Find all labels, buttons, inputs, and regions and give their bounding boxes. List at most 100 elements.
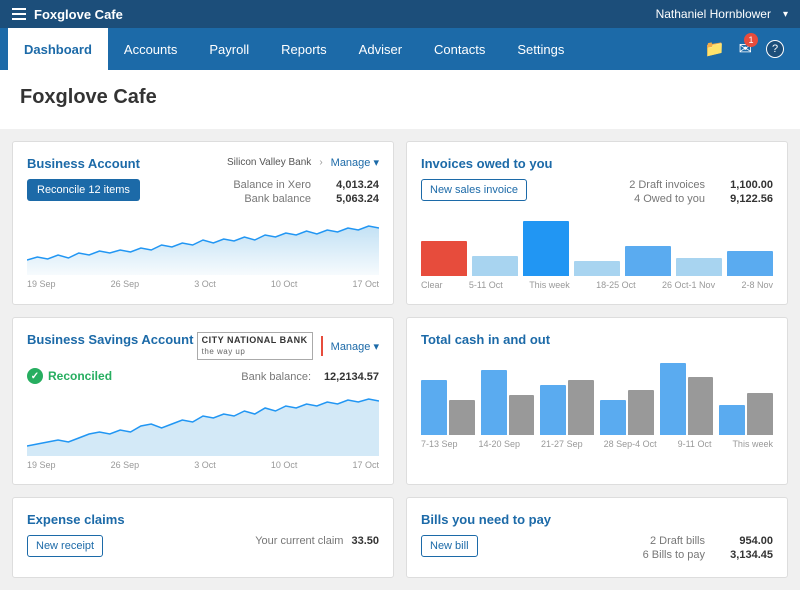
bills-to-pay-label: 6 Bills to pay	[643, 549, 705, 561]
invoice-stats: 2 Draft invoices 1,100.00 4 Owed to you …	[629, 179, 773, 207]
cash-date-3: 21-27 Sep	[541, 439, 583, 449]
inv-date-4: 18-25 Oct	[596, 280, 636, 290]
cash-title: Total cash in and out	[421, 332, 550, 347]
page-title: Foxglove Cafe	[20, 86, 780, 109]
sav-date-4: 10 Oct	[271, 460, 298, 470]
cash-date-6: This week	[732, 439, 773, 449]
dashboard: Business Account Silicon Valley Bank › M…	[0, 129, 800, 590]
city-national-bank: CITY NATIONAL BANK the way up	[197, 332, 313, 360]
savings-chart	[27, 396, 379, 456]
sav-date-3: 3 Oct	[194, 460, 216, 470]
user-name[interactable]: Nathaniel Hornblower	[656, 7, 771, 21]
expense-title: Expense claims	[27, 512, 125, 527]
help-icon[interactable]: ?	[766, 40, 784, 58]
mail-badge: 1	[744, 33, 758, 47]
nav-right: 📁 ✉ 1 ?	[705, 28, 792, 70]
savings-header: Business Savings Account CITY NATIONAL B…	[27, 332, 379, 360]
reconcile-button[interactable]: Reconcile 12 items	[27, 179, 140, 201]
dropdown-arrow[interactable]: ▾	[783, 9, 788, 20]
cash-date-4: 28 Sep-4 Oct	[604, 439, 657, 449]
nav-payroll[interactable]: Payroll	[193, 28, 265, 70]
cash-date-2: 14-20 Sep	[479, 439, 521, 449]
nav-settings[interactable]: Settings	[501, 28, 580, 70]
reconciled-status: ✓ Reconciled	[27, 368, 112, 384]
draft-bills-label: 2 Draft bills	[650, 535, 705, 547]
bills-card: Bills you need to pay New bill 2 Draft b…	[406, 497, 788, 578]
new-bill-button[interactable]: New bill	[421, 535, 478, 557]
business-account-card: Business Account Silicon Valley Bank › M…	[12, 141, 394, 305]
new-sales-button[interactable]: New sales invoice	[421, 179, 527, 201]
new-receipt-button[interactable]: New receipt	[27, 535, 103, 557]
draft-invoices-label: 2 Draft invoices	[629, 179, 705, 191]
inv-date-5: 26 Oct-1 Nov	[662, 280, 715, 290]
bank-balance-val: 5,063.24	[319, 193, 379, 205]
owed-label: 4 Owed to you	[634, 193, 705, 205]
nav-dashboard[interactable]: Dashboard	[8, 28, 108, 70]
current-claim-val: 33.50	[351, 535, 379, 547]
top-bar-right: Nathaniel Hornblower ▾	[656, 7, 788, 21]
current-claim: Your current claim 33.50	[255, 535, 379, 547]
inv-date-1: Clear	[421, 280, 443, 290]
bills-header: Bills you need to pay	[421, 512, 773, 527]
date-5: 17 Oct	[352, 279, 379, 289]
expense-claims-card: Expense claims New receipt Your current …	[12, 497, 394, 578]
invoices-owed-card: Invoices owed to you New sales invoice 2…	[406, 141, 788, 305]
inv-date-3: This week	[529, 280, 570, 290]
savings-bank-balance-val: 12,2134.57	[319, 371, 379, 383]
cash-dates: 7-13 Sep 14-20 Sep 21-27 Sep 28 Sep-4 Oc…	[421, 439, 773, 449]
expense-header: Expense claims	[27, 512, 379, 527]
business-account-chart	[27, 215, 379, 275]
manage-link[interactable]: Manage	[331, 156, 379, 169]
savings-bank-balance-label: Bank balance:	[241, 371, 311, 383]
business-account-title: Business Account	[27, 156, 140, 171]
inv-date-6: 2-8 Nov	[741, 280, 773, 290]
check-icon: ✓	[27, 368, 43, 384]
business-account-header-right: Silicon Valley Bank › Manage	[227, 156, 379, 169]
nav-accounts[interactable]: Accounts	[108, 28, 193, 70]
business-account-header: Business Account Silicon Valley Bank › M…	[27, 156, 379, 171]
nav-left: Dashboard Accounts Payroll Reports Advis…	[8, 28, 580, 70]
cash-date-5: 9-11 Oct	[678, 439, 712, 449]
draft-bills-val: 954.00	[713, 535, 773, 547]
invoices-title: Invoices owed to you	[421, 156, 552, 171]
cash-header: Total cash in and out	[421, 332, 773, 347]
date-4: 10 Oct	[271, 279, 298, 289]
savings-header-right: CITY NATIONAL BANK the way up Manage	[197, 332, 379, 360]
company-name: Foxglove Cafe	[34, 7, 123, 22]
total-cash-card: Total cash in and out	[406, 317, 788, 485]
top-bar: Foxglove Cafe Nathaniel Hornblower ▾	[0, 0, 800, 28]
cash-bar-chart	[421, 355, 773, 435]
nav-contacts[interactable]: Contacts	[418, 28, 501, 70]
invoices-bar-chart	[421, 211, 773, 276]
reconciled-label: Reconciled	[48, 369, 112, 383]
savings-manage-link[interactable]: Manage	[331, 340, 379, 353]
nav-bar: Dashboard Accounts Payroll Reports Advis…	[0, 28, 800, 70]
current-claim-label: Your current claim	[255, 535, 343, 547]
nav-reports[interactable]: Reports	[265, 28, 343, 70]
page-header: Foxglove Cafe	[0, 70, 800, 129]
top-bar-left: Foxglove Cafe	[12, 7, 123, 22]
cash-date-1: 7-13 Sep	[421, 439, 458, 449]
sav-date-5: 17 Oct	[352, 460, 379, 470]
date-2: 26 Sep	[111, 279, 140, 289]
savings-balance-row: Bank balance: 12,2134.57	[241, 371, 379, 383]
hamburger-menu[interactable]	[12, 8, 26, 20]
invoices-header: Invoices owed to you	[421, 156, 773, 171]
balance-in-xero-val: 4,013.24	[319, 179, 379, 191]
mail-icon[interactable]: ✉ 1	[739, 39, 752, 59]
bills-to-pay-val: 3,134.45	[713, 549, 773, 561]
bills-title: Bills you need to pay	[421, 512, 551, 527]
invoices-dates: Clear 5-11 Oct This week 18-25 Oct 26 Oc…	[421, 280, 773, 290]
sav-date-1: 19 Sep	[27, 460, 56, 470]
folder-icon[interactable]: 📁	[705, 39, 725, 59]
nav-adviser[interactable]: Adviser	[343, 28, 418, 70]
bills-stats: 2 Draft bills 954.00 6 Bills to pay 3,13…	[643, 535, 773, 563]
balance-info: Balance in Xero 4,013.24 Bank balance 5,…	[233, 179, 379, 207]
bank-name: Silicon Valley Bank	[227, 157, 311, 168]
savings-title: Business Savings Account	[27, 332, 193, 347]
draft-invoices-val: 1,100.00	[713, 179, 773, 191]
business-account-dates: 19 Sep 26 Sep 3 Oct 10 Oct 17 Oct	[27, 279, 379, 289]
date-1: 19 Sep	[27, 279, 56, 289]
business-savings-card: Business Savings Account CITY NATIONAL B…	[12, 317, 394, 485]
balance-in-xero-label: Balance in Xero	[233, 179, 311, 191]
